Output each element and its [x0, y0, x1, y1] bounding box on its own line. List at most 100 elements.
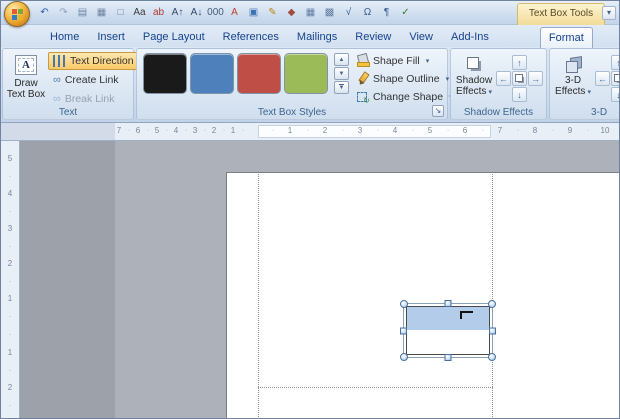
3d-on-off-button[interactable]: [611, 71, 619, 86]
create-link-button[interactable]: ∞ Create Link: [48, 71, 139, 89]
ruler-mark: ·: [8, 313, 12, 321]
resize-handle-e[interactable]: [489, 327, 496, 334]
resize-handle-sw[interactable]: [400, 353, 408, 361]
shadow-effects-button[interactable]: Shadow Effects ▾: [454, 51, 494, 107]
ruler-mark: 2: [211, 126, 217, 135]
ruler-mark: ·: [306, 127, 310, 134]
styles-dialog-launcher[interactable]: ↘: [432, 105, 444, 117]
tilt-left-button[interactable]: ←: [595, 71, 610, 86]
ruler-mark: ·: [481, 127, 485, 134]
tab-add-ins[interactable]: Add-Ins: [442, 26, 498, 47]
tab-home[interactable]: Home: [41, 26, 88, 47]
resize-handle-se[interactable]: [488, 353, 496, 361]
ruler-mark: ·: [222, 127, 226, 134]
tab-references[interactable]: References: [214, 26, 288, 47]
gallery-more-button[interactable]: ▼: [334, 81, 349, 94]
text-direction-button[interactable]: Text Direction: [48, 52, 139, 70]
change-shape-arrow-icon: ↻: [363, 96, 370, 105]
nudge-shadow-left-button[interactable]: ←: [496, 71, 511, 86]
shadow-effects-label-1: Shadow: [455, 75, 493, 86]
shape-fill-label: Shape Fill: [373, 54, 420, 67]
office-button[interactable]: [4, 1, 30, 27]
pencil-icon[interactable]: ✎: [263, 5, 282, 22]
font-color-icon[interactable]: A: [225, 5, 244, 22]
paragraph-mark-icon[interactable]: ¶: [377, 5, 396, 22]
change-case-icon[interactable]: Aa: [130, 5, 149, 22]
draw-text-box-button[interactable]: A Draw Text Box: [6, 51, 46, 107]
vertical-ruler[interactable]: 5 · 4 · 3 · 2 · 1 · · 1 · 2 ·: [1, 141, 20, 418]
scroll-down-icon: ▼: [338, 70, 345, 77]
style-swatch-green[interactable]: [284, 53, 328, 94]
change-shape-icon: ↻: [356, 90, 370, 105]
resize-handle-ne[interactable]: [488, 300, 496, 308]
autocorrect-icon[interactable]: ✓: [396, 5, 415, 22]
tab-view[interactable]: View: [400, 26, 442, 47]
resize-handle-nw[interactable]: [400, 300, 408, 308]
ruler-mark: 10: [600, 126, 610, 135]
tilt-down-button[interactable]: ↓: [611, 87, 619, 102]
gallery-scroll-up-button[interactable]: ▲: [334, 53, 349, 66]
spelling-icon[interactable]: ab: [149, 5, 168, 22]
group-label-shadow-effects: Shadow Effects: [463, 107, 534, 118]
table-icon[interactable]: ▦: [301, 5, 320, 22]
nudge-shadow-up-button[interactable]: ↑: [512, 55, 527, 70]
redo-icon[interactable]: ↷: [54, 5, 73, 22]
nudge-shadow-down-button[interactable]: ↓: [512, 87, 527, 102]
undo-icon[interactable]: ↶: [35, 5, 54, 22]
3d-tilt-cluster: ↑ ← → ↓: [595, 55, 619, 102]
borders-icon[interactable]: ▩: [320, 5, 339, 22]
resize-handle-n[interactable]: [444, 300, 452, 307]
resize-handle-w[interactable]: [400, 327, 407, 334]
create-link-label: Create Link: [64, 74, 119, 86]
ruler-mark: 1: [7, 294, 13, 303]
ruler-mark: 1: [230, 126, 236, 135]
ruler-mark: 2: [7, 383, 13, 392]
style-swatch-row: [143, 53, 328, 94]
nudge-shadow-right-button[interactable]: →: [528, 71, 543, 86]
ruler-mark: ·: [203, 127, 207, 134]
shape-fill-button[interactable]: Shape Fill ▾: [353, 52, 456, 69]
shadow-on-off-button[interactable]: [512, 71, 527, 86]
style-swatch-blue[interactable]: [190, 53, 234, 94]
ruler-mark: ·: [8, 173, 12, 181]
break-link-button[interactable]: ∞ Break Link: [48, 90, 139, 108]
grow-font-icon[interactable]: A↑: [168, 5, 187, 22]
draw-text-box-label-2: Text Box: [6, 89, 46, 100]
gallery-scroll-down-button[interactable]: ▼: [334, 67, 349, 80]
print-preview-icon[interactable]: ▤: [73, 5, 92, 22]
tab-mailings[interactable]: Mailings: [288, 26, 346, 47]
3d-effects-button[interactable]: 3-D Effects ▾: [553, 51, 593, 107]
equation-icon[interactable]: √: [339, 5, 358, 22]
word-window: ↶ ↷ ▤ ▦ □ Aa ab A↑ A↓ 000 A ▣ ✎ ◆ ▦ ▩ √ Ω ¶ ✓ Text Box Tool…: [0, 0, 620, 419]
gallery-more-icon: ▼: [338, 84, 345, 91]
shapes-icon[interactable]: ◆: [282, 5, 301, 22]
toolbar-options-chevron-icon[interactable]: ▾: [602, 6, 616, 20]
resize-handle-s[interactable]: [444, 354, 452, 361]
tab-review[interactable]: Review: [346, 26, 400, 47]
tilt-up-button[interactable]: ↑: [611, 55, 619, 70]
selected-text-box[interactable]: [400, 300, 496, 361]
create-link-icon: ∞: [53, 73, 61, 86]
style-swatch-red[interactable]: [237, 53, 281, 94]
text-boundary-left: [258, 174, 259, 418]
ruler-text-area-segment: [258, 125, 491, 138]
text-boundary-right: [492, 174, 493, 418]
ruler-mark: ·: [127, 127, 131, 134]
text-selection-highlight: [407, 307, 489, 330]
shape-outline-button[interactable]: Shape Outline ▾: [353, 70, 456, 87]
document-page[interactable]: [226, 172, 619, 418]
tab-insert[interactable]: Insert: [88, 26, 134, 47]
shrink-font-icon[interactable]: A↓: [187, 5, 206, 22]
quick-print-icon[interactable]: ▦: [92, 5, 111, 22]
3d-effects-icon: [565, 56, 581, 73]
change-shape-button[interactable]: ↻ Change Shape ▾: [353, 88, 456, 105]
picture-icon[interactable]: ▣: [244, 5, 263, 22]
new-document-icon[interactable]: □: [111, 5, 130, 22]
word-count-icon[interactable]: 000: [206, 5, 225, 22]
tab-format[interactable]: Format: [539, 27, 593, 48]
text-box-body[interactable]: [406, 306, 490, 355]
symbol-icon[interactable]: Ω: [358, 5, 377, 22]
tab-page-layout[interactable]: Page Layout: [134, 26, 214, 47]
style-swatch-black[interactable]: [143, 53, 187, 94]
horizontal-ruler[interactable]: 7 · 6 · 5 · 4 · 3 · 2 · 1 · · 1 · 2 · 3 · 4 · 5 · 6 · 7 · 8 · 9 · 10: [1, 123, 619, 141]
